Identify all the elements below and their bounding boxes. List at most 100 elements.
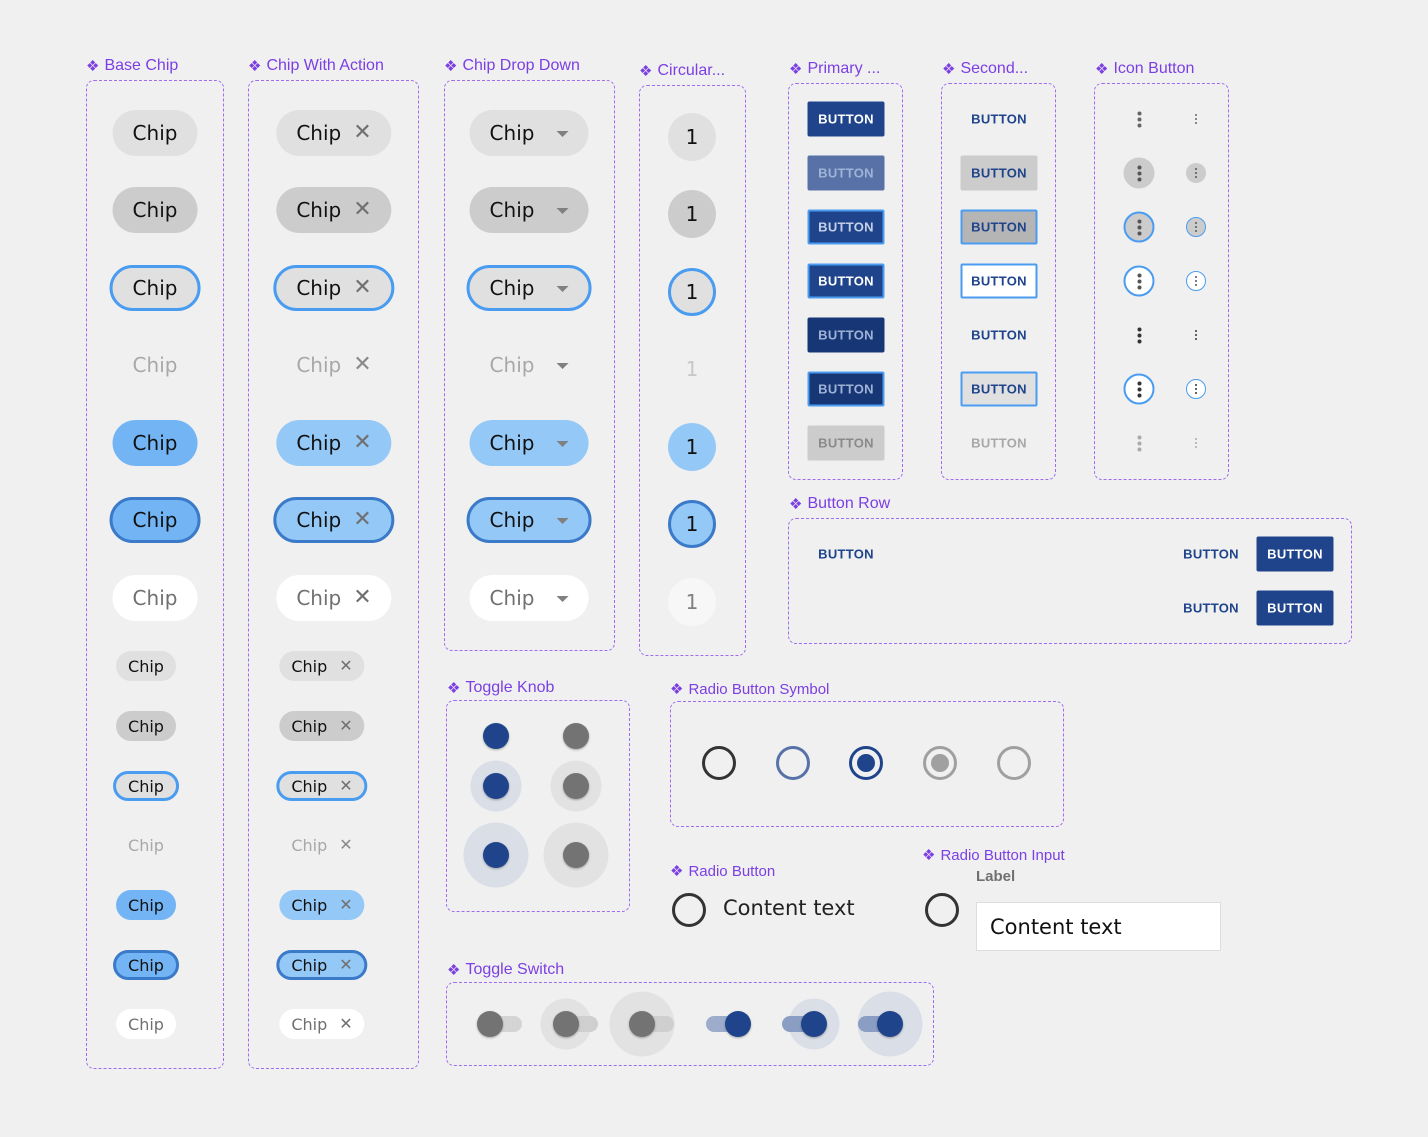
- toggle-switch-off-hover[interactable]: [553, 1011, 579, 1037]
- toggle-knob-off-default[interactable]: [563, 723, 589, 749]
- primary-button-pressed-focus[interactable]: BUTTON: [807, 371, 885, 407]
- action-chip-default[interactable]: Chip ✕: [276, 110, 392, 156]
- secondary-button-focus-alt[interactable]: BUTTON: [960, 263, 1038, 299]
- radio-dot: [857, 754, 875, 772]
- close-icon[interactable]: ✕: [339, 658, 352, 674]
- radio-input-text-field[interactable]: Content text: [976, 902, 1221, 951]
- radio-symbol-unchecked[interactable]: [702, 746, 736, 780]
- close-icon[interactable]: ✕: [353, 509, 371, 531]
- chip-selected[interactable]: Chip: [112, 420, 198, 466]
- circular-chip-selected-focus[interactable]: 1: [668, 500, 716, 548]
- dropdown-chip-selected[interactable]: Chip: [469, 420, 589, 466]
- primary-button-hover[interactable]: BUTTON: [807, 155, 885, 191]
- chip-small-selected[interactable]: Chip: [116, 890, 176, 920]
- chip-small-hover[interactable]: Chip: [116, 711, 176, 741]
- action-chip-white[interactable]: Chip ✕: [276, 575, 392, 621]
- secondary-button-default[interactable]: BUTTON: [961, 102, 1038, 137]
- frame-title-toggle-switch: ❖ Toggle Switch: [447, 961, 564, 979]
- icon-button-focus-hover[interactable]: [1123, 211, 1155, 243]
- action-chip-small-selected-focus[interactable]: Chip ✕: [276, 950, 368, 980]
- chip-hover[interactable]: Chip: [112, 187, 198, 233]
- button-row-2-secondary-button[interactable]: BUTTON: [1173, 591, 1250, 626]
- close-icon[interactable]: ✕: [353, 122, 371, 144]
- chip-small-white[interactable]: Chip: [116, 1009, 176, 1039]
- action-chip-small-default[interactable]: Chip ✕: [279, 651, 365, 681]
- dropdown-chip-default[interactable]: Chip: [469, 110, 589, 156]
- icon-button-small-hover[interactable]: [1186, 163, 1206, 183]
- radio-symbol-checked[interactable]: [849, 746, 883, 780]
- icon-button-small-pressed-focus[interactable]: [1186, 379, 1206, 399]
- icon-button-small-focus[interactable]: [1186, 271, 1206, 291]
- action-chip-selected-focus[interactable]: Chip ✕: [273, 497, 395, 543]
- circular-chip-default[interactable]: 1: [668, 113, 716, 161]
- button-row-left-button[interactable]: BUTTON: [808, 537, 885, 572]
- close-icon[interactable]: ✕: [353, 587, 371, 609]
- icon-button-small-default[interactable]: [1186, 109, 1206, 129]
- icon-button-default[interactable]: [1124, 104, 1155, 135]
- close-icon[interactable]: ✕: [339, 718, 352, 734]
- close-icon[interactable]: ✕: [353, 199, 371, 221]
- dropdown-chip-focus[interactable]: Chip: [466, 265, 592, 311]
- action-chip-small-white[interactable]: Chip ✕: [279, 1009, 365, 1039]
- toggle-switch-on-pressed[interactable]: [877, 1011, 903, 1037]
- chip-focus[interactable]: Chip: [109, 265, 201, 311]
- action-chip-hover[interactable]: Chip ✕: [276, 187, 392, 233]
- primary-button-focus[interactable]: BUTTON: [807, 209, 885, 245]
- frame-title-secondary: ❖ Second...: [942, 60, 1028, 78]
- secondary-button-focus[interactable]: BUTTON: [960, 209, 1038, 245]
- icon-button-pressed-focus[interactable]: [1123, 373, 1155, 405]
- chip-small-default[interactable]: Chip: [116, 651, 176, 681]
- dropdown-chip-white[interactable]: Chip: [469, 575, 589, 621]
- icon-button-small-disabled: [1186, 433, 1206, 453]
- primary-button-pressed[interactable]: BUTTON: [807, 317, 885, 353]
- button-row-secondary-button[interactable]: BUTTON: [1173, 537, 1250, 572]
- radio-button-circle[interactable]: [672, 893, 706, 927]
- close-icon[interactable]: ✕: [339, 778, 352, 794]
- chip-selected-focus[interactable]: Chip: [109, 497, 201, 543]
- close-icon[interactable]: ✕: [353, 432, 371, 454]
- chip-white[interactable]: Chip: [112, 575, 198, 621]
- icon-button-small-focus-hover[interactable]: [1186, 217, 1206, 237]
- close-icon[interactable]: ✕: [353, 277, 371, 299]
- circular-chip-hover[interactable]: 1: [668, 190, 716, 238]
- button-row-2-primary-button[interactable]: BUTTON: [1256, 590, 1334, 626]
- icon-button-focus[interactable]: [1123, 265, 1155, 297]
- toggle-knob-off-pressed[interactable]: [563, 842, 589, 868]
- primary-button-focus-alt[interactable]: BUTTON: [807, 263, 885, 299]
- toggle-switch-off-pressed[interactable]: [629, 1011, 655, 1037]
- action-chip-selected[interactable]: Chip ✕: [276, 420, 392, 466]
- radio-button-input-circle[interactable]: [925, 893, 959, 927]
- action-chip-small-hover[interactable]: Chip ✕: [279, 711, 365, 741]
- action-chip-small-selected[interactable]: Chip ✕: [279, 890, 365, 920]
- circular-chip-selected[interactable]: 1: [668, 423, 716, 471]
- action-chip-small-focus[interactable]: Chip ✕: [276, 771, 368, 801]
- secondary-button-pressed[interactable]: BUTTON: [961, 318, 1038, 353]
- dropdown-chip-hover[interactable]: Chip: [469, 187, 589, 233]
- icon-button-hover[interactable]: [1123, 157, 1155, 189]
- circular-chip-white[interactable]: 1: [668, 578, 716, 626]
- chip-label: Chip: [291, 955, 328, 975]
- toggle-knob-on-default[interactable]: [483, 723, 509, 749]
- chip-default[interactable]: Chip: [112, 110, 198, 156]
- toggle-knob-on-pressed[interactable]: [483, 842, 509, 868]
- button-row-primary-button[interactable]: BUTTON: [1256, 536, 1334, 572]
- chip-small-selected-focus[interactable]: Chip: [113, 950, 179, 980]
- toggle-knob-on-hover[interactable]: [483, 773, 509, 799]
- toggle-knob-off-hover[interactable]: [563, 773, 589, 799]
- circular-chip-focus[interactable]: 1: [668, 268, 716, 316]
- action-chip-focus[interactable]: Chip ✕: [273, 265, 395, 311]
- toggle-switch-on-hover[interactable]: [801, 1011, 827, 1037]
- icon-button-pressed[interactable]: [1124, 320, 1155, 351]
- close-icon[interactable]: ✕: [339, 897, 352, 913]
- close-icon[interactable]: ✕: [339, 1016, 352, 1032]
- icon-button-small-pressed[interactable]: [1186, 325, 1206, 345]
- toggle-switch-off[interactable]: [477, 1011, 503, 1037]
- radio-symbol-unchecked-hover[interactable]: [776, 746, 810, 780]
- chip-small-focus[interactable]: Chip: [113, 771, 179, 801]
- dropdown-chip-selected-focus[interactable]: Chip: [466, 497, 592, 543]
- toggle-switch-on[interactable]: [725, 1011, 751, 1037]
- secondary-button-pressed-focus[interactable]: BUTTON: [960, 371, 1038, 407]
- primary-button-default[interactable]: BUTTON: [807, 101, 885, 137]
- close-icon[interactable]: ✕: [339, 957, 352, 973]
- secondary-button-hover[interactable]: BUTTON: [960, 155, 1038, 191]
